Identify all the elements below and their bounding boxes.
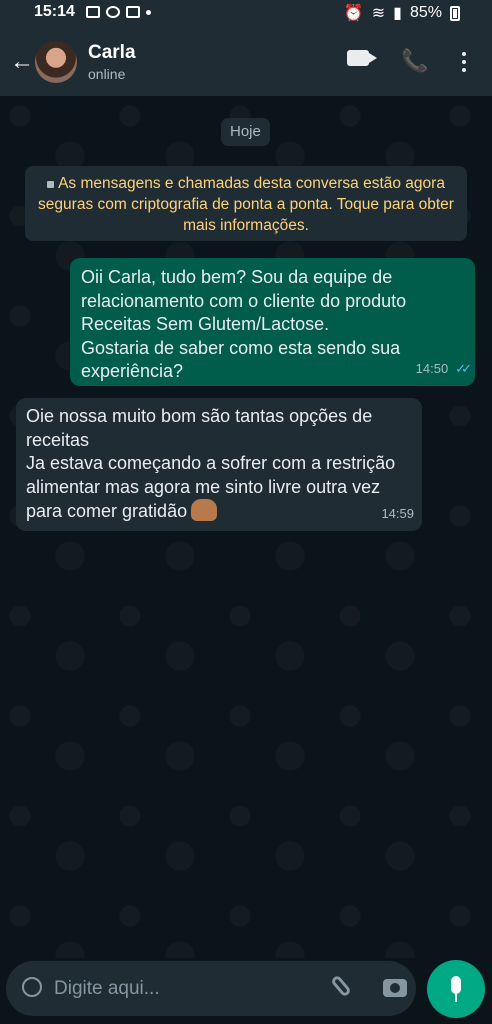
lock-icon <box>47 181 55 188</box>
camera-icon[interactable] <box>383 979 407 997</box>
youtube-notification-icon <box>126 6 140 18</box>
encryption-notice-text: As mensagens e chamadas desta conversa e… <box>38 175 454 234</box>
double-check-icon: ✓✓ <box>455 360 472 376</box>
mic-button[interactable] <box>427 960 485 1018</box>
date-chip: Hoje <box>221 118 270 146</box>
emoji-icon[interactable] <box>22 977 42 997</box>
b-notification-icon <box>106 6 120 18</box>
back-arrow-icon[interactable]: ← <box>10 48 34 76</box>
more-options-icon[interactable] <box>462 52 466 76</box>
contact-name[interactable]: Carla <box>88 42 136 64</box>
attach-icon[interactable] <box>330 974 352 998</box>
incoming-message[interactable]: Oie nossa muito bom são tantas opções de… <box>16 398 422 531</box>
system-icons: ⏰ ≋ ▮ 85% <box>344 3 460 23</box>
message-time: 14:59 <box>381 505 414 521</box>
wifi-icon: ≋ <box>371 5 386 22</box>
outgoing-message[interactable]: Oii Carla, tudo bem? Sou da equipe de re… <box>70 258 475 386</box>
status-bar: 15:14 ⏰ ≋ ▮ 85% <box>0 0 492 26</box>
chat-header: ← Carla online 📞 <box>0 26 492 96</box>
notification-icons <box>86 6 151 18</box>
raising-hands-emoji-icon <box>191 499 218 521</box>
message-composer: Digite aqui... <box>6 961 416 1016</box>
phone-call-icon[interactable]: 📞 <box>401 48 428 74</box>
message-meta: 14:59 <box>381 502 414 526</box>
encryption-notice[interactable]: As mensagens e chamadas desta conversa e… <box>25 166 467 241</box>
more-notifications-icon <box>146 9 151 15</box>
signal-icon: ▮ <box>393 5 402 22</box>
presence-status: online <box>88 66 126 82</box>
video-call-icon[interactable] <box>347 50 377 66</box>
alarm-icon: ⏰ <box>343 5 364 22</box>
chat-area: Hoje As mensagens e chamadas desta conve… <box>0 96 492 958</box>
battery-icon <box>450 5 460 21</box>
status-time: 15:14 <box>34 3 75 20</box>
message-text: Oii Carla, tudo bem? Sou da equipe de re… <box>81 267 407 381</box>
message-input[interactable]: Digite aqui... <box>54 978 160 1000</box>
message-meta: 14:50 ✓✓ <box>415 357 472 381</box>
avatar[interactable] <box>35 41 77 83</box>
message-time: 14:50 <box>415 360 449 376</box>
image-notification-icon <box>86 6 100 18</box>
battery-level: 85% <box>409 4 442 21</box>
